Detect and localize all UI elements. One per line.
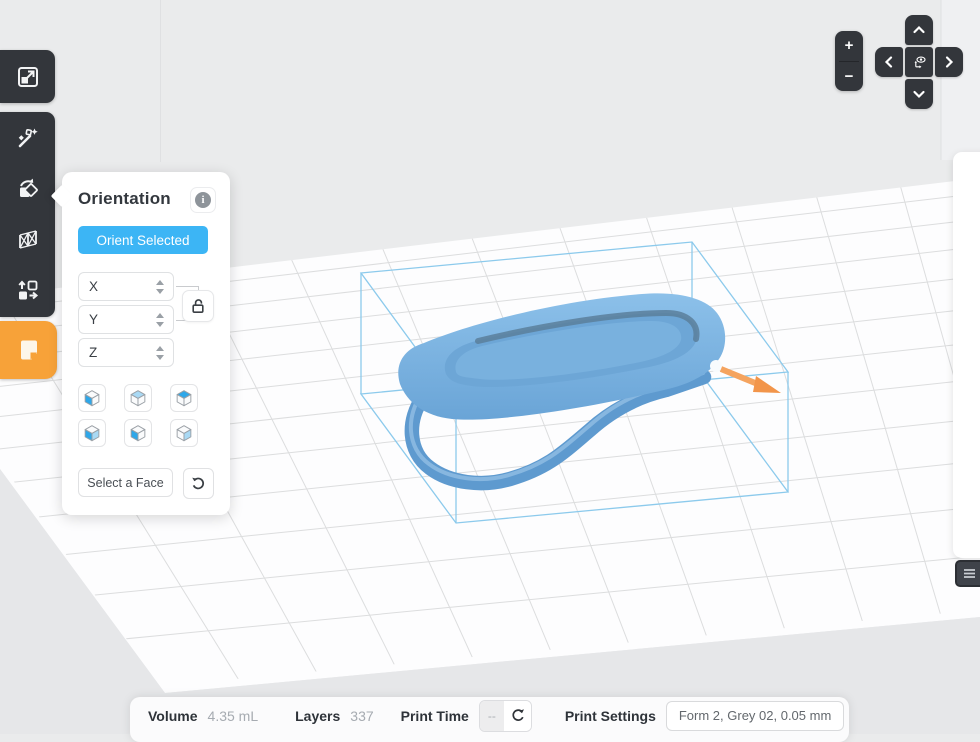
sidebar-item-size[interactable] (0, 50, 55, 103)
sidebar-item-orient[interactable] (0, 163, 55, 214)
orbit-eye-icon (911, 54, 927, 70)
layers-value: 337 (350, 708, 373, 724)
model-list-button[interactable] (955, 560, 980, 587)
size-icon (15, 64, 41, 90)
chevron-down-icon (911, 86, 927, 102)
pan-up-button[interactable] (905, 15, 933, 45)
axis-z-label: Z (89, 345, 97, 360)
print-time-label: Print Time (401, 708, 469, 724)
print-settings-button[interactable]: Form 2, Grey 02, 0.05 mm (666, 701, 844, 731)
layers-label: Layers (295, 708, 340, 724)
zoom-in-button[interactable]: + (835, 31, 863, 61)
spin-up-icon[interactable] (156, 313, 164, 318)
sidebar-item-one-click-print[interactable] (0, 112, 55, 163)
refresh-cell[interactable] (504, 701, 531, 731)
spin-down-icon[interactable] (156, 322, 164, 327)
sidebar-item-print[interactable] (0, 321, 57, 379)
print-settings-value: Form 2, Grey 02, 0.05 mm (679, 708, 831, 723)
orientation-panel: Orientation i Orient Selected X Y Z Sele… (62, 172, 230, 515)
cube-face-left-right (80, 421, 104, 445)
rotate-icon (15, 176, 41, 202)
zoom-out-button[interactable]: − (835, 62, 863, 92)
cube-face-top-light-button[interactable] (124, 384, 152, 412)
info-icon: i (195, 192, 211, 208)
status-bar: Volume 4.35 mL Layers 337 Print Time -- … (130, 697, 849, 742)
layout-icon (15, 278, 41, 304)
cube-face-left-solid (126, 421, 150, 445)
cube-face-left-button[interactable] (78, 384, 106, 412)
reset-orientation-button[interactable] (183, 468, 214, 499)
axis-y-spinner[interactable] (156, 306, 164, 333)
cube-face-bottom-light-button[interactable] (170, 419, 198, 447)
print-time-value: -- (480, 701, 504, 731)
print-settings-label: Print Settings (565, 708, 656, 724)
cube-face-top (172, 386, 196, 410)
axis-z-field[interactable]: Z (78, 338, 174, 367)
collapsed-side-panel[interactable] (953, 152, 980, 558)
magic-wand-icon (15, 125, 41, 151)
chevron-left-icon (881, 54, 897, 70)
cube-face-top-light (126, 386, 150, 410)
sidebar-item-layout[interactable] (0, 265, 55, 316)
orient-selected-button[interactable]: Orient Selected (78, 226, 208, 254)
reset-view-button[interactable] (905, 47, 933, 77)
volume-value: 4.35 mL (208, 708, 259, 724)
print-time-control[interactable]: -- (479, 700, 532, 732)
cartridge-icon (16, 337, 42, 363)
chevron-right-icon (941, 54, 957, 70)
sidebar-item-supports[interactable] (0, 214, 55, 265)
axis-z-spinner[interactable] (156, 339, 164, 366)
refresh-icon (510, 708, 525, 723)
spin-down-icon[interactable] (156, 355, 164, 360)
chevron-up-icon (911, 22, 927, 38)
axis-x-label: X (89, 279, 98, 294)
pan-down-button[interactable] (905, 79, 933, 109)
cube-face-left-right-button[interactable] (78, 419, 106, 447)
cube-face-left-solid-button[interactable] (124, 419, 152, 447)
panel-title: Orientation (78, 189, 171, 209)
cube-face-bottom-light (172, 421, 196, 445)
volume-label: Volume (148, 708, 198, 724)
reset-icon (191, 476, 206, 491)
lock-button[interactable] (182, 290, 214, 322)
info-button[interactable]: i (190, 187, 216, 213)
spin-up-icon[interactable] (156, 280, 164, 285)
pan-right-button[interactable] (935, 47, 963, 77)
cube-face-top-button[interactable] (170, 384, 198, 412)
zoom-control: + − (835, 31, 863, 91)
axis-y-field[interactable]: Y (78, 305, 174, 334)
supports-icon (15, 227, 41, 253)
axis-x-spinner[interactable] (156, 273, 164, 300)
spin-down-icon[interactable] (156, 289, 164, 294)
hamburger-icon (963, 568, 976, 579)
sidebar-tool-group (0, 112, 55, 317)
unlock-icon (190, 298, 206, 314)
select-a-face-button[interactable]: Select a Face (78, 468, 173, 497)
pan-left-button[interactable] (875, 47, 903, 77)
axis-x-field[interactable]: X (78, 272, 174, 301)
axis-y-label: Y (89, 312, 98, 327)
spin-up-icon[interactable] (156, 346, 164, 351)
cube-face-left (80, 386, 104, 410)
